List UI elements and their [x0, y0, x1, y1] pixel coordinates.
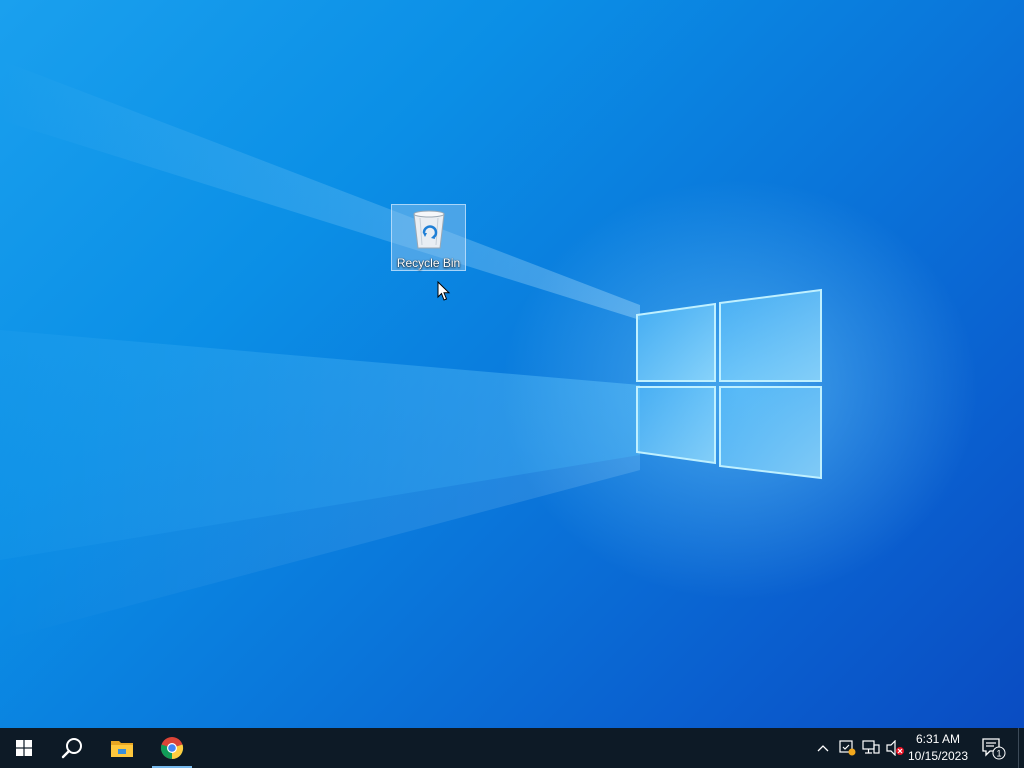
- taskbar-file-explorer-button[interactable]: [98, 728, 146, 768]
- search-button[interactable]: [48, 728, 96, 768]
- taskbar-chrome-button[interactable]: [148, 728, 196, 768]
- network-icon: [862, 740, 880, 754]
- taskbar: 6:31 AM 10/15/2023 1: [0, 728, 1024, 768]
- show-hidden-icons-button[interactable]: [812, 728, 834, 768]
- clock-date: 10/15/2023: [907, 749, 969, 763]
- folder-icon: [111, 741, 133, 757]
- search-icon: [61, 738, 82, 759]
- tray-network-button[interactable]: [860, 728, 882, 768]
- desktop[interactable]: Recycle Bin: [0, 0, 1024, 728]
- windows-logo-icon: [16, 740, 32, 756]
- chevron-up-icon: [817, 745, 829, 752]
- show-desktop-button[interactable]: [1018, 728, 1024, 768]
- mouse-cursor-icon: [437, 281, 451, 301]
- recycle-bin-label: Recycle Bin: [396, 256, 461, 270]
- clock-time: 6:31 AM: [915, 732, 961, 746]
- action-center-icon: 1: [982, 738, 1006, 760]
- volume-muted-icon: [886, 740, 904, 756]
- security-icon: [839, 740, 856, 756]
- chrome-icon: [160, 737, 184, 760]
- recycle-bin-desktop-icon[interactable]: Recycle Bin: [391, 204, 466, 271]
- tray-volume-button[interactable]: [884, 728, 906, 768]
- tray-security-button[interactable]: [836, 728, 858, 768]
- recycle-bin-icon: [413, 210, 445, 249]
- windows-logo-wallpaper: [636, 288, 822, 480]
- notification-count-badge: 1: [996, 749, 1001, 759]
- start-button[interactable]: [0, 728, 48, 768]
- action-center-button[interactable]: 1: [976, 728, 1010, 768]
- taskbar-clock[interactable]: 6:31 AM 10/15/2023: [904, 728, 972, 768]
